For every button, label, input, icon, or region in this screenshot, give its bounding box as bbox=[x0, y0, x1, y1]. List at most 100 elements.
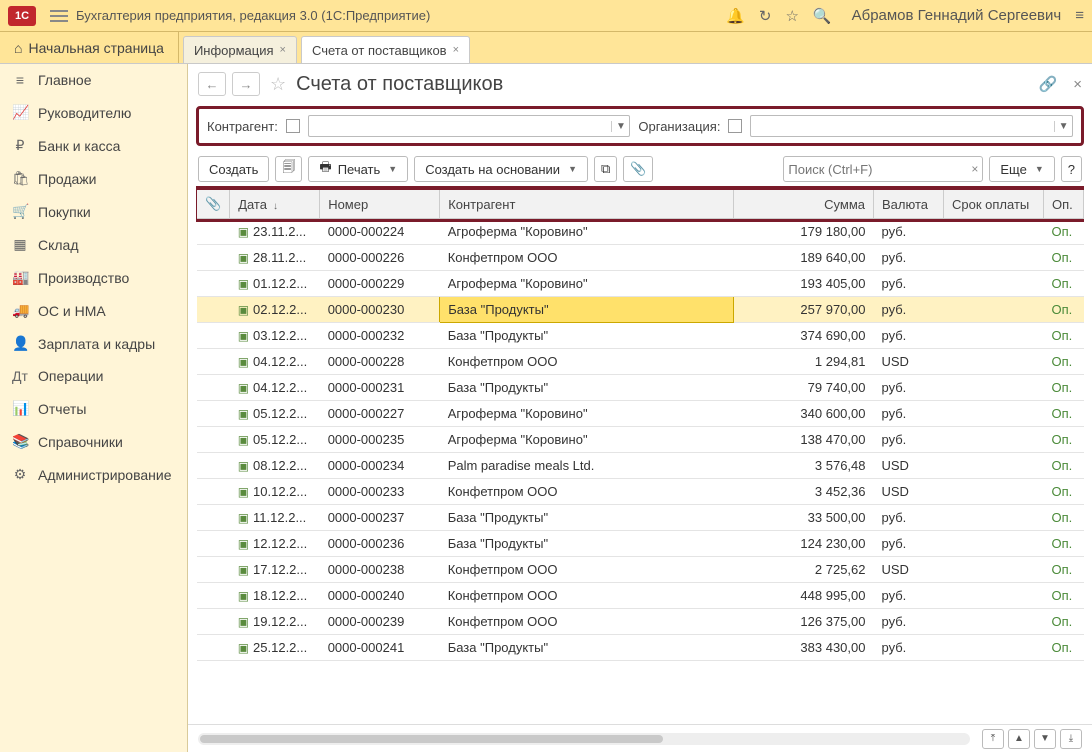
counterparty-input[interactable] bbox=[309, 119, 612, 134]
home-tab-label: Начальная страница bbox=[28, 40, 163, 56]
structure-button[interactable]: ⧉ bbox=[594, 156, 617, 182]
sidebar-label: Операции bbox=[38, 368, 104, 384]
sidebar-icon: 🚚 bbox=[12, 302, 28, 319]
table-row[interactable]: ▣10.12.2...0000-000233Конфетпром ООО3 45… bbox=[197, 479, 1084, 505]
search-icon[interactable]: 🔍 bbox=[813, 7, 832, 25]
table-row[interactable]: ▣05.12.2...0000-000227Агроферма "Коровин… bbox=[197, 401, 1084, 427]
organization-checkbox[interactable] bbox=[728, 119, 742, 133]
search-input[interactable] bbox=[788, 162, 971, 177]
close-icon[interactable]: × bbox=[280, 44, 286, 56]
col-number[interactable]: Номер bbox=[320, 190, 440, 219]
table-row[interactable]: ▣17.12.2...0000-000238Конфетпром ООО2 72… bbox=[197, 557, 1084, 583]
copy-button[interactable]: 🗐 bbox=[275, 156, 302, 182]
table-row[interactable]: ▣04.12.2...0000-000231База "Продукты"79 … bbox=[197, 375, 1084, 401]
sidebar-item-7[interactable]: 🚚ОС и НМА bbox=[0, 294, 187, 327]
table-row[interactable]: ▣01.12.2...0000-000229Агроферма "Коровин… bbox=[197, 271, 1084, 297]
create-based-button[interactable]: Создать на основании▼ bbox=[414, 156, 588, 182]
sidebar-item-9[interactable]: ДтОперации bbox=[0, 360, 187, 392]
table-row[interactable]: ▣12.12.2...0000-000236База "Продукты"124… bbox=[197, 531, 1084, 557]
bell-icon[interactable]: 🔔 bbox=[726, 7, 745, 25]
content: ← → ☆ Счета от поставщиков 🔗 × Контраген… bbox=[188, 64, 1092, 752]
col-due[interactable]: Срок оплаты bbox=[944, 190, 1044, 219]
col-counterparty[interactable]: Контрагент bbox=[440, 190, 734, 219]
help-button[interactable]: ? bbox=[1061, 156, 1082, 182]
sidebar-icon: 📊 bbox=[12, 400, 28, 417]
col-sum[interactable]: Сумма bbox=[734, 190, 874, 219]
titlebar-menu-icon[interactable]: ≡ bbox=[1075, 7, 1084, 24]
document-icon: ▣ bbox=[238, 381, 249, 395]
sidebar-icon: ⚙ bbox=[12, 466, 28, 483]
sidebar-item-4[interactable]: 🛒Покупки bbox=[0, 195, 187, 228]
table-footer: ⤒ ▲ ▼ ⤓ bbox=[188, 724, 1092, 752]
home-icon: ⌂ bbox=[14, 40, 22, 56]
sidebar-item-5[interactable]: ▦Склад bbox=[0, 228, 187, 261]
favorite-icon[interactable]: ☆ bbox=[270, 74, 286, 95]
sidebar-item-3[interactable]: 🛍Продажи bbox=[0, 162, 187, 195]
table-row[interactable]: ▣03.12.2...0000-000232База "Продукты"374… bbox=[197, 323, 1084, 349]
history-icon[interactable]: ↻ bbox=[759, 7, 772, 25]
create-button[interactable]: Создать bbox=[198, 156, 269, 182]
sidebar-label: Банк и касса bbox=[38, 138, 120, 154]
table-row[interactable]: ▣23.11.2...0000-000224Агроферма "Коровин… bbox=[197, 219, 1084, 245]
scroll-up-button[interactable]: ▲ bbox=[1008, 729, 1030, 749]
dropdown-icon[interactable]: ▼ bbox=[611, 121, 629, 132]
col-date[interactable]: Дата↓ bbox=[230, 190, 320, 219]
sidebar-item-12[interactable]: ⚙Администрирование bbox=[0, 458, 187, 491]
print-button[interactable]: 🖶 Печать▼ bbox=[308, 156, 408, 182]
sidebar-icon: 📚 bbox=[12, 433, 28, 450]
counterparty-combo[interactable]: ▼ bbox=[308, 115, 631, 137]
organization-combo[interactable]: ▼ bbox=[750, 115, 1073, 137]
counterparty-checkbox[interactable] bbox=[286, 119, 300, 133]
search-box[interactable]: × bbox=[783, 156, 983, 182]
more-button[interactable]: Еще▼ bbox=[989, 156, 1054, 182]
horizontal-scrollbar[interactable] bbox=[198, 733, 970, 745]
col-status[interactable]: Оп. bbox=[1044, 190, 1084, 219]
document-icon: ▣ bbox=[238, 433, 249, 447]
sidebar-item-1[interactable]: 📈Руководителю bbox=[0, 96, 187, 129]
back-button[interactable]: ← bbox=[198, 72, 226, 96]
document-icon: ▣ bbox=[238, 563, 249, 577]
tabs-row: ⌂ Начальная страница Информация × Счета … bbox=[0, 32, 1092, 64]
sidebar-item-8[interactable]: 👤Зарплата и кадры bbox=[0, 327, 187, 360]
sidebar-item-11[interactable]: 📚Справочники bbox=[0, 425, 187, 458]
table-row[interactable]: ▣18.12.2...0000-000240Конфетпром ООО448 … bbox=[197, 583, 1084, 609]
sidebar-icon: 🛒 bbox=[12, 203, 28, 220]
table-row[interactable]: ▣02.12.2...0000-000230База "Продукты"257… bbox=[197, 297, 1084, 323]
sidebar-label: Руководителю bbox=[38, 105, 131, 121]
home-tab[interactable]: ⌂ Начальная страница bbox=[0, 32, 179, 63]
menu-icon[interactable] bbox=[50, 7, 68, 25]
sidebar-label: Отчеты bbox=[38, 401, 86, 417]
link-icon[interactable]: 🔗 bbox=[1039, 75, 1058, 93]
tab-information[interactable]: Информация × bbox=[183, 36, 297, 63]
clear-search-icon[interactable]: × bbox=[971, 162, 978, 176]
organization-input[interactable] bbox=[751, 119, 1054, 134]
star-icon[interactable]: ☆ bbox=[785, 7, 798, 25]
close-page-icon[interactable]: × bbox=[1073, 76, 1082, 93]
forward-button[interactable]: → bbox=[232, 72, 260, 96]
close-icon[interactable]: × bbox=[453, 44, 459, 56]
scroll-top-button[interactable]: ⤒ bbox=[982, 729, 1004, 749]
attach-button[interactable]: 📎 bbox=[623, 156, 653, 182]
col-currency[interactable]: Валюта bbox=[874, 190, 944, 219]
table-row[interactable]: ▣11.12.2...0000-000237База "Продукты"33 … bbox=[197, 505, 1084, 531]
col-attach[interactable]: 📎 bbox=[197, 190, 230, 219]
sidebar-item-10[interactable]: 📊 Отчеты bbox=[0, 392, 187, 425]
sidebar-item-2[interactable]: ₽Банк и касса bbox=[0, 129, 187, 162]
dropdown-icon[interactable]: ▼ bbox=[1054, 121, 1072, 132]
table-row[interactable]: ▣08.12.2...0000-000234Palm paradise meal… bbox=[197, 453, 1084, 479]
scroll-down-button[interactable]: ▼ bbox=[1034, 729, 1056, 749]
table-header-row: 📎 Дата↓ Номер Контрагент Сумма Валюта Ср… bbox=[197, 190, 1084, 219]
table-row[interactable]: ▣19.12.2...0000-000239Конфетпром ООО126 … bbox=[197, 609, 1084, 635]
table-row[interactable]: ▣28.11.2...0000-000226Конфетпром ООО189 … bbox=[197, 245, 1084, 271]
sidebar-icon: ≡ bbox=[12, 72, 28, 88]
table-row[interactable]: ▣05.12.2...0000-000235Агроферма "Коровин… bbox=[197, 427, 1084, 453]
user-name[interactable]: Абрамов Геннадий Сергеевич bbox=[852, 7, 1062, 24]
table-row[interactable]: ▣25.12.2...0000-000241База "Продукты"383… bbox=[197, 635, 1084, 661]
tab-supplier-invoices[interactable]: Счета от поставщиков × bbox=[301, 36, 470, 63]
sidebar-item-0[interactable]: ≡Главное bbox=[0, 64, 187, 96]
organization-label: Организация: bbox=[638, 119, 720, 134]
scroll-bottom-button[interactable]: ⤓ bbox=[1060, 729, 1082, 749]
counterparty-label: Контрагент: bbox=[207, 119, 278, 134]
sidebar-item-6[interactable]: 🏭Производство bbox=[0, 261, 187, 294]
table-row[interactable]: ▣04.12.2...0000-000228Конфетпром ООО1 29… bbox=[197, 349, 1084, 375]
